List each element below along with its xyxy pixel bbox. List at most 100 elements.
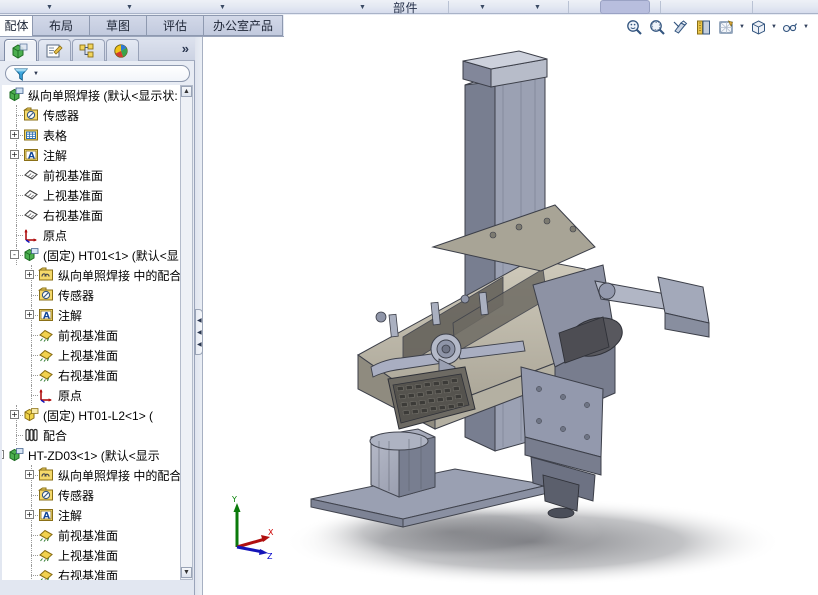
part-yellow-icon: [23, 407, 39, 423]
expand-icon[interactable]: +: [10, 410, 19, 419]
tree-guide-line: [31, 555, 38, 556]
expand-icon[interactable]: +: [25, 510, 34, 519]
tree-item-label: (固定) HT01<1> (默认<显: [43, 248, 179, 263]
annotation-icon: A: [38, 507, 54, 523]
tree-item-tables[interactable]: + 表格: [2, 125, 180, 145]
origin-icon: [38, 387, 54, 404]
expand-icon[interactable]: +: [10, 130, 19, 139]
tree-item-ht-zd03[interactable]: - HT-ZD03<1> (默认<显示: [2, 445, 180, 465]
tree-item-label: 前视基准面: [58, 528, 119, 543]
coordinate-triad: Y X Z: [231, 495, 274, 561]
tree-guide-line: [31, 375, 38, 376]
tree-item-mates-in-assembly-2[interactable]: + 纵向单照焊接 中的配合: [2, 465, 180, 485]
appearances-caret-icon[interactable]: [803, 17, 812, 37]
tree-item-top-plane-2[interactable]: 上视基准面: [2, 345, 180, 365]
tree-item-ht01-l2[interactable]: + (固定) HT01-L2<1> (: [2, 405, 180, 425]
filter-dropdown-caret-icon[interactable]: ▼: [33, 71, 39, 77]
tab-sketch-label: 草图: [105, 19, 130, 33]
tree-item-top-plane[interactable]: 上视基准面: [2, 185, 180, 205]
expand-icon[interactable]: +: [25, 470, 34, 479]
mates-folder-icon: [37, 467, 54, 483]
zoom-to-fit-icon[interactable]: [624, 17, 646, 37]
scroll-down-arrow-icon[interactable]: ▼: [181, 567, 192, 578]
feature-manager-tab[interactable]: [4, 39, 37, 61]
tab-layout[interactable]: 布局: [32, 15, 90, 36]
hide-show-caret-icon[interactable]: [771, 17, 780, 37]
plane-yellow-icon: [38, 567, 54, 580]
tree-item-origin[interactable]: 原点: [2, 225, 180, 245]
scroll-up-arrow-icon[interactable]: ▲: [181, 86, 192, 97]
ribbon-divider-2: [568, 1, 569, 13]
cad-model-render: Y X Z: [231, 50, 783, 586]
panel-splitter[interactable]: ◀ ◀ ◀: [195, 37, 203, 595]
tree-guide-line: [31, 355, 38, 356]
tree-item-front-plane[interactable]: 前视基准面: [2, 165, 180, 185]
tab-evaluate[interactable]: 评估: [146, 15, 204, 36]
tree-root-assembly[interactable]: 纵向单照焊接 (默认<显示状:: [2, 85, 180, 105]
sensor-icon: [37, 287, 54, 303]
tab-layout-label: 布局: [48, 19, 73, 33]
collapse-arrow-icon-1: ◀: [197, 318, 202, 324]
appearances-icon[interactable]: [780, 17, 802, 37]
hide-show-icon[interactable]: [748, 17, 770, 37]
view-orientation-icon[interactable]: [693, 17, 715, 37]
panel-collapse-handle[interactable]: ◀ ◀ ◀: [195, 309, 203, 355]
tree-item-annotations-3[interactable]: + A 注解: [2, 505, 180, 525]
tree-item-mates-in-assembly-1[interactable]: + 纵向单照焊接 中的配合: [2, 265, 180, 285]
ribbon-strip: 部件: [0, 0, 818, 15]
caret-down-icon-6[interactable]: [533, 3, 542, 10]
caret-down-icon-1[interactable]: [45, 3, 54, 10]
expand-icon[interactable]: +: [10, 150, 19, 159]
configuration-manager-tab[interactable]: [72, 39, 105, 61]
caret-down-icon-5[interactable]: [478, 3, 487, 10]
feature-manager-panel: » ▼ 纵向单照焊接 (默认<显示状: 传感器 + 表格 + A 注解 前视基准面 上视基准面右…: [0, 37, 195, 595]
plane-yellow-icon: [38, 327, 54, 343]
tree-item-right-plane-3[interactable]: 右视基准面: [2, 565, 180, 580]
tree-item-annotations-2[interactable]: + A 注解: [2, 305, 180, 325]
collapse-icon[interactable]: -: [2, 450, 4, 459]
panel-tab-bar: »: [0, 37, 195, 61]
tree-item-origin-2[interactable]: 原点: [2, 385, 180, 405]
tree-item-sensors-2[interactable]: 传感器: [2, 285, 180, 305]
section-view-icon[interactable]: [670, 17, 692, 37]
tree-item-label: 纵向单照焊接 (默认<显示状:: [28, 88, 178, 103]
tree-item-label: 传感器: [58, 488, 95, 503]
tab-assembly-label: 配体: [4, 19, 29, 33]
tree-filter-box[interactable]: ▼: [5, 65, 190, 82]
graphics-viewport[interactable]: Y X Z: [203, 37, 818, 595]
tree-item-front-plane-2[interactable]: 前视基准面: [2, 325, 180, 345]
ribbon-highlight-button[interactable]: [600, 0, 650, 14]
panel-overflow-button[interactable]: »: [182, 41, 189, 56]
filter-funnel-icon: [14, 68, 28, 81]
zoom-to-area-icon[interactable]: [647, 17, 669, 37]
tree-item-front-plane-3[interactable]: 前视基准面: [2, 525, 180, 545]
display-style-icon[interactable]: [716, 17, 738, 37]
tree-guide-line: [31, 495, 38, 496]
tree-item-top-plane-3[interactable]: 上视基准面: [2, 545, 180, 565]
property-manager-tab[interactable]: [38, 39, 71, 61]
plane-icon: [23, 207, 39, 223]
tree-item-right-plane-2[interactable]: 右视基准面: [2, 365, 180, 385]
tab-sketch[interactable]: 草图: [89, 15, 147, 36]
display-manager-tab[interactable]: [106, 39, 139, 61]
expand-icon[interactable]: +: [25, 270, 34, 279]
tree-item-annotations[interactable]: + A 注解: [2, 145, 180, 165]
caret-down-icon-3[interactable]: [218, 3, 227, 10]
tree-item-mates[interactable]: 配合: [2, 425, 180, 445]
tree-item-sensors-3[interactable]: 传感器: [2, 485, 180, 505]
display-style-caret-icon[interactable]: [739, 17, 748, 37]
caret-down-icon-4[interactable]: [358, 3, 367, 10]
expand-icon[interactable]: +: [25, 310, 34, 319]
tab-office-products[interactable]: 办公室产品: [203, 15, 283, 36]
tree-item-right-plane[interactable]: 右视基准面: [2, 205, 180, 225]
caret-down-icon-2[interactable]: [125, 3, 134, 10]
tree-item-sensors[interactable]: 传感器: [2, 105, 180, 125]
annotation-icon: A: [38, 307, 54, 323]
tree-item-ht01[interactable]: - (固定) HT01<1> (默认<显: [2, 245, 180, 265]
collapse-icon[interactable]: -: [10, 250, 19, 259]
mates-folder-icon: [37, 267, 54, 283]
tree-vertical-scrollbar[interactable]: ▲ ▼: [180, 85, 193, 580]
feature-tree[interactable]: 纵向单照焊接 (默认<显示状: 传感器 + 表格 + A 注解 前视基准面 上视基准面 右视基准面…: [2, 85, 180, 580]
model-column-base: [369, 428, 436, 498]
tree-item-label: 前视基准面: [58, 328, 119, 343]
